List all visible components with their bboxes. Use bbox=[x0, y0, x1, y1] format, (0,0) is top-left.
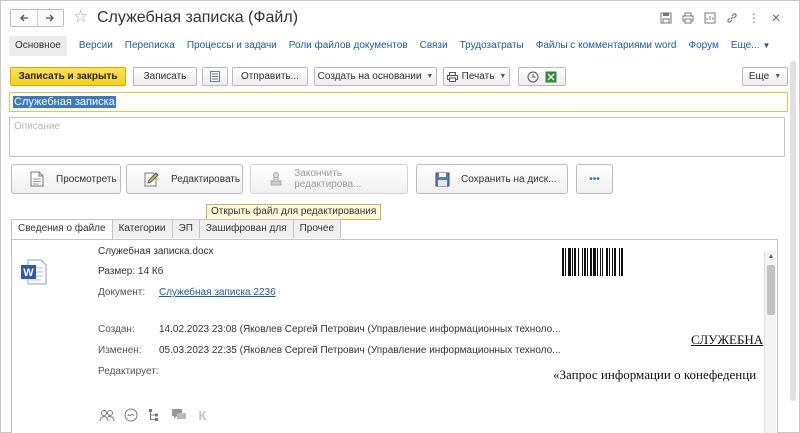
print-button[interactable]: Печать ▼ bbox=[443, 67, 510, 86]
created-label: Создан: bbox=[98, 324, 135, 335]
modified-label: Изменен: bbox=[98, 345, 142, 356]
finish-edit-label: Закончить редактирова... bbox=[294, 168, 362, 190]
dropdown-icon: ▼ bbox=[774, 73, 782, 80]
modified-value: 05.03.2023 22:35 (Яковлев Сергей Петрови… bbox=[159, 345, 561, 356]
users-icon[interactable] bbox=[97, 406, 116, 424]
floppy-icon bbox=[433, 170, 451, 188]
bottom-icon-bar: К bbox=[97, 406, 212, 424]
nav-forum[interactable]: Форум bbox=[688, 36, 718, 56]
tab-encrypted-for[interactable]: Зашифрован для bbox=[198, 219, 294, 238]
print-icon[interactable] bbox=[677, 9, 699, 27]
arrow-left-icon bbox=[20, 14, 28, 22]
title-bar: ☆ Служебная записка (Файл) ⋮ ✕ bbox=[1, 1, 800, 35]
tab-signatures[interactable]: ЭП bbox=[171, 219, 200, 238]
preview-title: СЛУЖЕБНА bbox=[691, 332, 764, 347]
more-vertical-icon[interactable]: ⋮ bbox=[743, 9, 765, 27]
created-value: 14.02.2023 23:08 (Яковлев Сергей Петрови… bbox=[159, 324, 561, 335]
window-controls: ⋮ ✕ bbox=[655, 9, 787, 27]
save-and-close-button[interactable]: Записать и закрыть bbox=[10, 67, 126, 86]
section-nav: Основное Версии Переписка Процессы и зад… bbox=[9, 35, 791, 57]
arrow-right-icon bbox=[46, 14, 55, 22]
nav-labor[interactable]: Трудозатраты bbox=[460, 36, 524, 56]
save-icon[interactable] bbox=[655, 9, 677, 27]
edit-button[interactable]: Редактировать bbox=[126, 164, 243, 194]
scroll-up-icon[interactable]: ▲ bbox=[765, 251, 777, 263]
clock-icon[interactable] bbox=[527, 71, 539, 83]
document-label: Документ: bbox=[98, 287, 146, 298]
edit-label: Редактировать bbox=[171, 173, 241, 185]
svg-text:W: W bbox=[23, 267, 34, 279]
create-basis-button[interactable]: Создать на основании ▼ bbox=[314, 67, 437, 86]
view-label: Просмотреть bbox=[56, 173, 117, 185]
report-icon[interactable] bbox=[699, 9, 721, 27]
window-scroll-thumb[interactable] bbox=[790, 61, 796, 401]
excel-icon[interactable] bbox=[545, 71, 557, 83]
tooltip: Открыть файл для редактирования bbox=[206, 204, 382, 220]
nav-main[interactable]: Основное bbox=[9, 36, 67, 56]
nav-files-comments[interactable]: Файлы с комментариями word bbox=[536, 36, 677, 56]
printer-icon bbox=[446, 71, 458, 82]
document-link[interactable]: Служебная записка 2236 bbox=[159, 287, 276, 298]
file-size: Размер: 14 Кб bbox=[98, 266, 164, 277]
barcode bbox=[562, 248, 662, 276]
tree-icon[interactable] bbox=[145, 406, 164, 424]
list-icon bbox=[210, 71, 220, 82]
finish-edit-button[interactable]: Закончить редактирова... bbox=[250, 164, 408, 194]
file-card-window: ☆ Служебная записка (Файл) ⋮ ✕ Основное … bbox=[0, 0, 800, 433]
editing-label: Редактирует: bbox=[98, 366, 159, 377]
description-input[interactable]: Описание bbox=[9, 117, 785, 157]
create-basis-label: Создать на основании bbox=[317, 71, 422, 82]
save-to-disk-button[interactable]: Сохранить на диск... bbox=[416, 164, 568, 194]
signature-icon[interactable] bbox=[121, 406, 140, 424]
name-value: Служебная записка bbox=[13, 96, 116, 108]
link-icon[interactable] bbox=[721, 9, 743, 27]
send-button[interactable]: Отправить... bbox=[232, 67, 308, 86]
word-document-icon: W bbox=[21, 259, 47, 285]
caret-down-icon: ▼ bbox=[762, 41, 771, 50]
nav-file-roles[interactable]: Роли файлов документов bbox=[289, 36, 408, 56]
tab-categories[interactable]: Категории bbox=[111, 219, 173, 238]
more-label: Еще bbox=[748, 71, 770, 82]
command-bar: Записать и закрыть Записать Отправить...… bbox=[10, 67, 788, 87]
nav-more-label: Еще... bbox=[730, 40, 760, 51]
k-icon[interactable]: К bbox=[193, 406, 212, 424]
barcode-bar bbox=[623, 248, 624, 276]
window-title: Служебная записка (Файл) bbox=[97, 9, 299, 26]
preview-scrollbar[interactable]: ▲ bbox=[764, 251, 776, 433]
name-input[interactable]: Служебная записка bbox=[9, 92, 788, 112]
nav-versions[interactable]: Версии bbox=[79, 36, 113, 56]
close-icon[interactable]: ✕ bbox=[765, 9, 787, 27]
dropdown-icon: ▼ bbox=[426, 73, 434, 80]
dropdown-icon: ▼ bbox=[499, 73, 507, 80]
more-actions-button[interactable]: ••• bbox=[576, 164, 613, 194]
tab-file-info[interactable]: Сведения о файле bbox=[11, 219, 113, 240]
tab-other[interactable]: Прочее bbox=[292, 219, 342, 238]
document-icon bbox=[28, 170, 46, 188]
nav-processes[interactable]: Процессы и задачи bbox=[187, 36, 277, 56]
file-name: Служебная записка.docx bbox=[98, 246, 214, 257]
view-button[interactable]: Просмотреть bbox=[11, 164, 121, 194]
extra-tools-group bbox=[518, 67, 566, 86]
print-label: Печать bbox=[461, 71, 495, 82]
edit-document-icon bbox=[143, 170, 161, 188]
window-scrollbar[interactable] bbox=[789, 61, 797, 433]
nav-more[interactable]: Еще... ▼ bbox=[731, 36, 771, 56]
nav-links[interactable]: Связи bbox=[420, 36, 448, 56]
list-button[interactable] bbox=[202, 67, 228, 86]
history-nav bbox=[10, 9, 64, 27]
comments-icon[interactable] bbox=[169, 406, 188, 424]
nav-correspondence[interactable]: Переписка bbox=[125, 36, 175, 56]
preview-subtitle: «Запрос информации о конефеденци bbox=[553, 367, 757, 382]
more-button[interactable]: Еще ▼ bbox=[742, 67, 788, 86]
subtabs: Сведения о файле Категории ЭП Зашифрован… bbox=[11, 219, 342, 240]
forward-button[interactable] bbox=[36, 10, 63, 26]
favorite-star-icon[interactable]: ☆ bbox=[73, 7, 88, 27]
scroll-thumb[interactable] bbox=[767, 265, 775, 315]
save-disk-label: Сохранить на диск... bbox=[461, 173, 557, 185]
stamp-icon bbox=[267, 170, 284, 188]
back-button[interactable] bbox=[11, 10, 37, 26]
save-button[interactable]: Записать bbox=[133, 67, 197, 86]
